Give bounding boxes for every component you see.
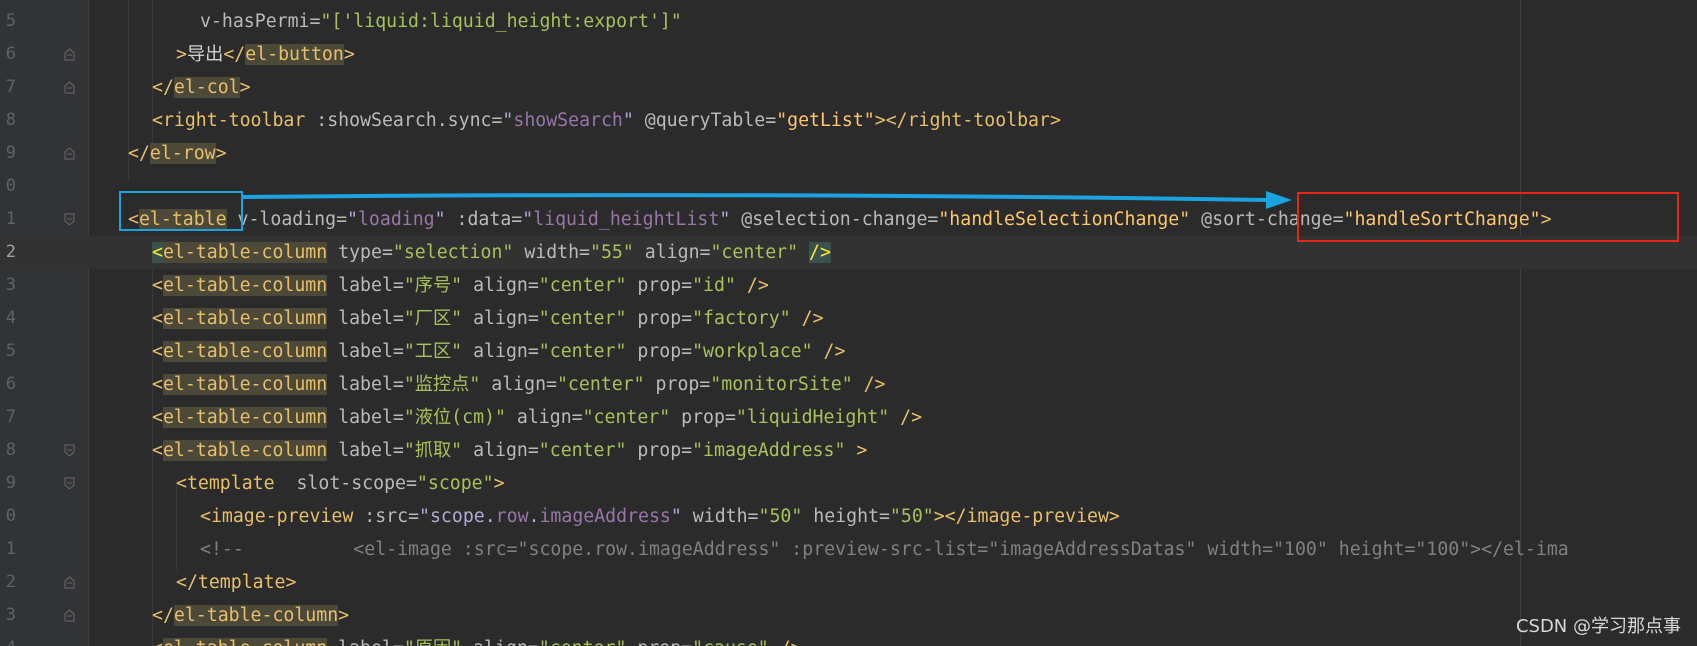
code-editor[interactable]: 5 v-hasPermi="['liquid:liquid_height:exp…	[0, 0, 1697, 646]
arrow-icon	[242, 191, 1292, 209]
watermark: CSDN @学习那点事	[1515, 616, 1681, 637]
